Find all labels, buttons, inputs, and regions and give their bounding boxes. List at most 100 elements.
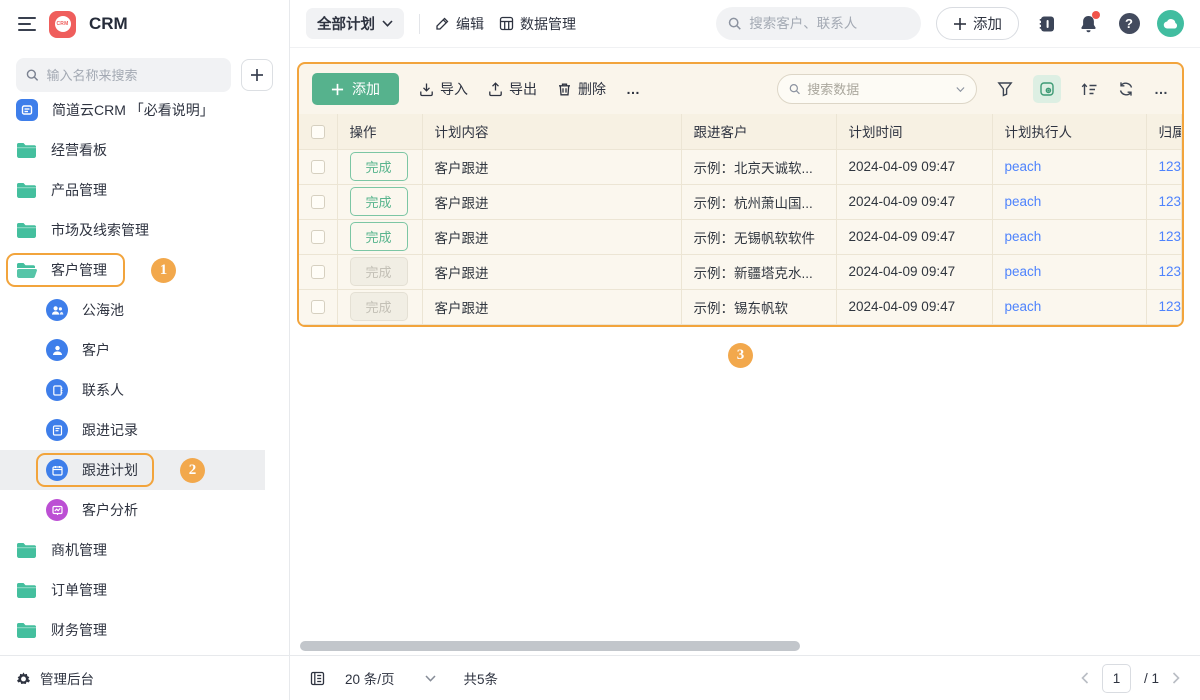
folder-icon (16, 222, 37, 239)
view-eye-icon (1039, 81, 1055, 97)
record-icon (46, 419, 68, 441)
sidebar-item-customer-analysis[interactable]: 客户分析 (0, 490, 289, 530)
data-search-input[interactable] (807, 82, 949, 97)
filter-button[interactable] (997, 81, 1013, 97)
sidebar-item-market-leads[interactable]: 市场及线索管理 (0, 210, 289, 250)
search-icon (26, 68, 39, 82)
delete-button[interactable]: 删除 (557, 79, 606, 99)
table-row: 完成 客户跟进 示例：杭州萧山国... 2024-04-09 09:47 pea… (299, 184, 1182, 219)
view-settings-button[interactable] (1033, 75, 1061, 103)
data-search[interactable] (777, 74, 977, 104)
refresh-button[interactable] (1118, 81, 1134, 97)
help-button[interactable]: ? (1116, 13, 1142, 34)
import-button[interactable]: 导入 (419, 79, 468, 99)
import-icon (419, 82, 434, 97)
executor-link[interactable]: peach (1005, 159, 1042, 174)
collapse-menu-icon[interactable] (18, 13, 36, 35)
row-checkbox[interactable] (311, 195, 325, 209)
annotated-table-panel: 添加 导入 导出 删除 … (297, 62, 1184, 327)
sidebar-search[interactable] (16, 58, 231, 92)
prev-page-icon[interactable] (1081, 672, 1089, 684)
sidebar-item-crm-guide[interactable]: 简道云CRM 「必看说明」 (0, 98, 289, 130)
sidebar-add-button[interactable] (241, 59, 273, 91)
analysis-icon (46, 499, 68, 521)
sidebar-item-finance[interactable]: 财务管理 (0, 610, 289, 650)
col-header-customer: 跟进客户 (681, 114, 836, 149)
sidebar-item-public-pool[interactable]: 公海池 (0, 290, 289, 330)
cell-content: 客户跟进 (422, 254, 681, 289)
sidebar-search-input[interactable] (47, 68, 221, 83)
executor-link[interactable]: peach (1005, 194, 1042, 209)
sort-button[interactable] (1081, 82, 1098, 97)
next-page-icon[interactable] (1172, 672, 1180, 684)
row-checkbox[interactable] (311, 230, 325, 244)
cell-content: 客户跟进 (422, 184, 681, 219)
view-switcher[interactable]: 全部计划 (306, 8, 404, 39)
sidebar-item-label: 联系人 (82, 380, 124, 400)
notification-dot (1092, 11, 1100, 19)
customer-icon (46, 339, 68, 361)
toolbar-more-left-button[interactable]: … (626, 81, 641, 97)
table-toolbar: 添加 导入 导出 删除 … (299, 64, 1182, 114)
sidebar-item-orders[interactable]: 订单管理 (0, 570, 289, 610)
select-all-checkbox[interactable] (311, 125, 325, 139)
page-size-value[interactable]: 20 条/页 (345, 668, 395, 688)
total-count: 共5条 (464, 668, 499, 688)
col-header-executor: 计划执行人 (992, 114, 1146, 149)
notifications-button[interactable] (1075, 14, 1101, 34)
avatar[interactable] (1157, 10, 1184, 37)
chevron-down-icon[interactable] (425, 675, 436, 682)
sidebar-item-label: 订单管理 (51, 580, 107, 600)
dept-link[interactable]: 123 (1159, 229, 1182, 244)
admin-console-link[interactable]: 管理后台 (0, 655, 289, 700)
edit-button[interactable]: 编辑 (435, 14, 484, 34)
sidebar-item-customer-management[interactable]: 客户管理 1 (0, 250, 289, 290)
cell-time: 2024-04-09 09:47 (836, 219, 992, 254)
row-checkbox[interactable] (311, 160, 325, 174)
cell-customer: 示例：锡东帆软 (681, 289, 836, 324)
search-icon (789, 82, 800, 96)
sidebar-item-label: 财务管理 (51, 620, 107, 640)
chevron-down-icon[interactable] (956, 86, 965, 93)
executor-link[interactable]: peach (1005, 229, 1042, 244)
sidebar-item-label: 客户管理 (51, 260, 107, 280)
dept-link[interactable]: 123 (1159, 299, 1182, 314)
executor-link[interactable]: peach (1005, 264, 1042, 279)
global-search[interactable] (716, 7, 921, 40)
executor-link[interactable]: peach (1005, 299, 1042, 314)
add-record-button[interactable]: 添加 (312, 73, 399, 105)
sidebar-item-followup-plans[interactable]: 跟进计划 2 (0, 450, 265, 490)
sidebar-item-opportunities[interactable]: 商机管理 (0, 530, 289, 570)
row-checkbox[interactable] (311, 300, 325, 314)
sidebar-item-dashboard[interactable]: 经营看板 (0, 130, 289, 170)
data-manage-button[interactable]: 数据管理 (499, 14, 576, 34)
row-checkbox[interactable] (311, 265, 325, 279)
horizontal-scrollbar[interactable] (300, 641, 800, 651)
app-logo-inner: CRM (55, 16, 71, 32)
table-row: 完成 客户跟进 示例：锡东帆软 2024-04-09 09:47 peach 1… (299, 289, 1182, 324)
col-header-time: 计划时间 (836, 114, 992, 149)
cell-time: 2024-04-09 09:47 (836, 254, 992, 289)
toolbar-more-right-button[interactable]: … (1154, 81, 1169, 97)
global-search-input[interactable] (749, 16, 909, 31)
plus-icon (250, 68, 264, 82)
sidebar-item-customers[interactable]: 客户 (0, 330, 289, 370)
sidebar-item-followup-records[interactable]: 跟进记录 (0, 410, 289, 450)
export-button[interactable]: 导出 (488, 79, 537, 99)
current-page-input[interactable]: 1 (1102, 664, 1131, 693)
delete-label: 删除 (578, 79, 606, 99)
admin-console-label: 管理后台 (40, 668, 94, 688)
global-add-button[interactable]: 添加 (936, 7, 1019, 40)
dept-link[interactable]: 123 (1159, 159, 1182, 174)
complete-button[interactable]: 完成 (350, 152, 408, 181)
complete-button[interactable]: 完成 (350, 222, 408, 251)
dept-link[interactable]: 123 (1159, 194, 1182, 209)
complete-button[interactable]: 完成 (350, 187, 408, 216)
dept-link[interactable]: 123 (1159, 264, 1182, 279)
folder-open-icon (16, 262, 37, 279)
sidebar-item-products[interactable]: 产品管理 (0, 170, 289, 210)
page-list-icon[interactable] (310, 671, 325, 686)
app-title: CRM (89, 14, 128, 34)
sidebar-item-contacts[interactable]: 联系人 (0, 370, 289, 410)
address-book-button[interactable] (1034, 14, 1060, 34)
